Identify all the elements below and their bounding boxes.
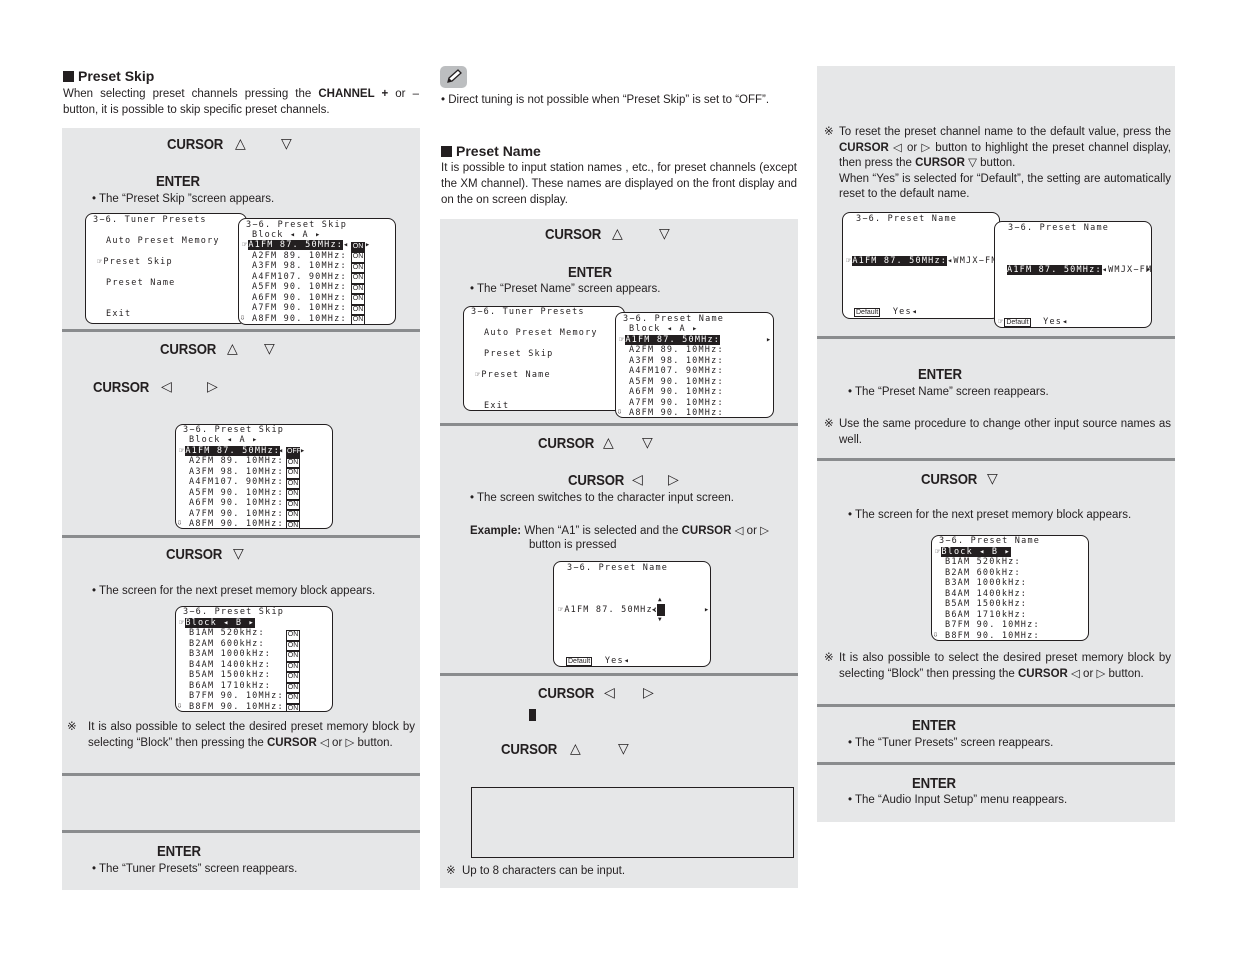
enter-key-label: ENTER bbox=[156, 173, 200, 190]
cursor-down-icon: ▽ bbox=[264, 341, 275, 357]
divider bbox=[62, 535, 420, 538]
cursor-right-icon: ▷ bbox=[207, 379, 218, 395]
cursor-up-icon: △ bbox=[603, 435, 614, 451]
cursor-key-label: CURSOR bbox=[501, 741, 558, 758]
cursor-right-icon: ▷ bbox=[643, 685, 654, 701]
cursor-down-icon: ▽ bbox=[618, 741, 629, 757]
osd-preset-name-default-screen: 3−6. Preset Name ☞A1FM 87. 50MHz:◂WMJX−F… bbox=[842, 212, 1000, 319]
cursor-down-icon: ▽ bbox=[987, 471, 998, 487]
enter-key-label: ENTER bbox=[912, 775, 956, 792]
cursor-key-label: CURSOR bbox=[538, 435, 595, 452]
osd-preset-name-block-b-screen: 3−6. Preset Name ☞Block ◂ B ▸ B1AM 520kH… bbox=[931, 535, 1089, 641]
osd-tuner-presets-screen: 3−6. Tuner Presets Auto Preset Memory ☞P… bbox=[85, 213, 247, 324]
note-mark-icon: ※ bbox=[824, 418, 834, 430]
cursor-down-icon: ▽ bbox=[233, 546, 244, 562]
cursor-up-icon: △ bbox=[227, 341, 238, 357]
step-bullet: • The “Tuner Presets” screen reappears. bbox=[92, 863, 298, 875]
enter-key-label: ENTER bbox=[918, 366, 962, 383]
char-limit-note: ※ Up to 8 characters can be input. bbox=[446, 864, 794, 880]
enter-key-label: ENTER bbox=[568, 264, 612, 281]
step-bullet: • The “Audio Input Setup” menu reappears… bbox=[848, 794, 1068, 806]
cursor-down-icon: ▽ bbox=[281, 136, 292, 152]
other-sources-note: ※ Use the same procedure to change other… bbox=[824, 418, 1171, 446]
step-bullet: • The “Tuner Presets” screen reappears. bbox=[848, 737, 1054, 749]
cursor-key-label: CURSOR bbox=[160, 341, 217, 358]
divider bbox=[817, 458, 1175, 461]
divider bbox=[817, 704, 1175, 707]
divider bbox=[62, 830, 420, 833]
osd-preset-skip-off-screen: 3−6. Preset Skip Block ◂ A ▸ ☞A1FM 87. 5… bbox=[175, 424, 333, 529]
character-table-box bbox=[471, 787, 794, 858]
osd-preset-name-screen: 3−6. Preset Name Block ◂ A ▸ ☞A1FM 87. 5… bbox=[615, 312, 774, 418]
preset-name-heading: Preset Name bbox=[441, 143, 799, 159]
step-bullet: • The screen for the next preset memory … bbox=[92, 585, 376, 597]
cursor-up-icon: △ bbox=[612, 226, 623, 242]
preset-skip-heading: Preset Skip bbox=[63, 68, 421, 84]
divider bbox=[440, 673, 798, 676]
cursor-key-label: CURSOR bbox=[568, 472, 625, 489]
heading-square-icon bbox=[63, 70, 74, 82]
osd-preset-name-default-selected-screen: 3−6. Preset Name A1FM 87. 50MHz:◂WMJX−FM… bbox=[994, 221, 1152, 328]
note-mark-icon: ※ bbox=[446, 865, 456, 877]
step-bullet: • The “Preset Skip ”screen appears. bbox=[92, 193, 275, 205]
cursor-down-icon: ▽ bbox=[642, 435, 653, 451]
divider bbox=[62, 773, 420, 776]
divider bbox=[440, 423, 798, 426]
block-select-note: ※ It is also possible to select the desi… bbox=[824, 652, 1171, 680]
enter-key-label: ENTER bbox=[157, 843, 201, 860]
cursor-key-label: CURSOR bbox=[545, 226, 602, 243]
cursor-left-icon: ◁ bbox=[161, 379, 172, 395]
cursor-key-label: CURSOR bbox=[166, 546, 223, 563]
preset-name-intro: It is possible to input station names , … bbox=[441, 162, 797, 206]
cursor-right-icon: ▷ bbox=[668, 472, 679, 488]
osd-tuner-presets-screen: 3−6. Tuner Presets Auto Preset Memory Pr… bbox=[463, 306, 625, 411]
preset-skip-intro: When selecting preset channels pressing … bbox=[63, 88, 419, 116]
preset-name-section: Preset Name It is possible to input stat… bbox=[441, 143, 799, 208]
osd-preset-skip-block-b-screen: 3−6. Preset Skip ☞Block ◂ B ▸ B1AM 520kH… bbox=[175, 606, 333, 712]
cursor-block-icon bbox=[529, 709, 536, 721]
enter-key-label: ENTER bbox=[912, 717, 956, 734]
preset-skip-section: Preset Skip When selecting preset channe… bbox=[63, 68, 421, 118]
note-mark-icon: ※ bbox=[67, 721, 77, 733]
step-bullet: • The screen for the next preset memory … bbox=[848, 509, 1132, 521]
step-bullet: • The “Preset Name” screen reappears. bbox=[848, 386, 1049, 398]
divider bbox=[817, 336, 1175, 339]
example-text: Example: When “A1” is selected and the C… bbox=[470, 525, 769, 537]
cursor-down-icon: ▽ bbox=[659, 226, 670, 242]
cursor-up-icon: △ bbox=[570, 741, 581, 757]
cursor-key-label: CURSOR bbox=[538, 685, 595, 702]
divider bbox=[817, 762, 1175, 765]
memo-text: • Direct tuning is not possible when “Pr… bbox=[441, 94, 770, 106]
osd-preset-skip-screen: 3−6. Preset Skip Block ◂ A ▸ ☞A1FM 87. 5… bbox=[238, 218, 396, 325]
reset-default-note: ※ To reset the preset channel name to th… bbox=[824, 126, 1171, 200]
block-select-note: ※ It is also possible to select the desi… bbox=[67, 721, 415, 749]
step-bullet: • The screen switches to the character i… bbox=[470, 492, 734, 504]
memo-pencil-icon bbox=[440, 66, 467, 88]
cursor-key-label: CURSOR bbox=[921, 471, 978, 488]
divider bbox=[62, 329, 420, 332]
example-text-line2: button is pressed bbox=[529, 539, 617, 551]
note-mark-icon: ※ bbox=[824, 652, 834, 664]
cursor-key-label: CURSOR bbox=[93, 379, 150, 396]
cursor-left-icon: ◁ bbox=[632, 472, 643, 488]
cursor-up-icon: △ bbox=[235, 136, 246, 152]
note-mark-icon: ※ bbox=[824, 126, 834, 138]
scroll-down-icon: ⇩ bbox=[240, 313, 247, 323]
osd-character-input-screen: 3−6. Preset Name ☞A1FM 87. 50MHz: ◂ ▲ ▼ … bbox=[553, 561, 711, 667]
step-bullet: • The “Preset Name” screen appears. bbox=[470, 283, 661, 295]
heading-square-icon bbox=[441, 145, 452, 157]
cursor-left-icon: ◁ bbox=[604, 685, 615, 701]
cursor-key-label: CURSOR bbox=[167, 136, 224, 153]
